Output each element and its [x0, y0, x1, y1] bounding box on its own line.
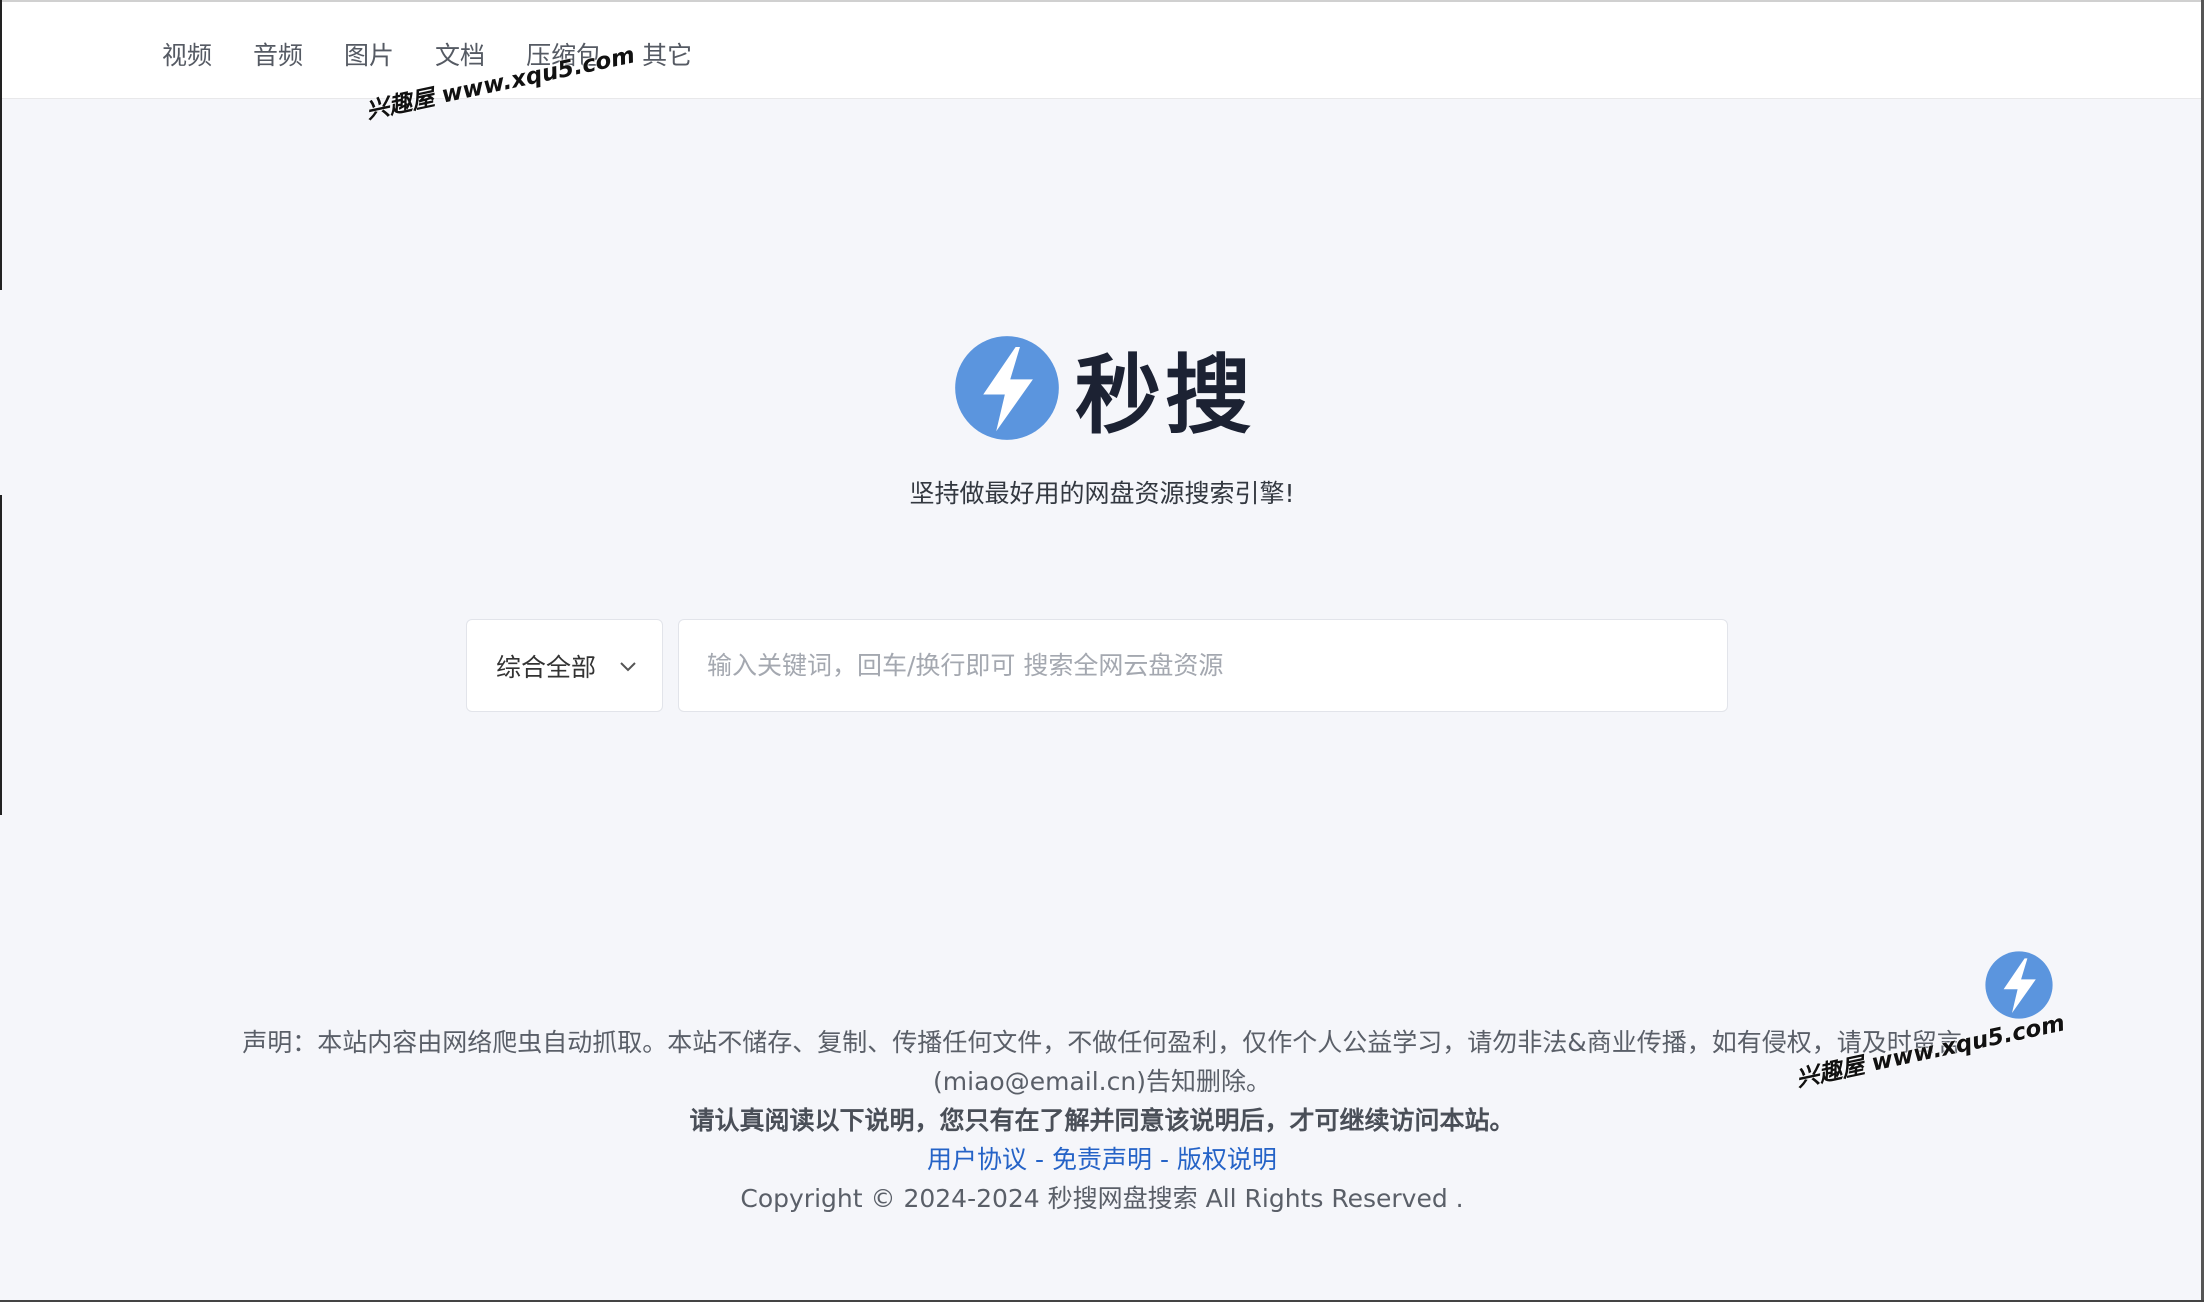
- site-slogan: 坚持做最好用的网盘资源搜索引擎!: [909, 479, 1295, 508]
- page-footer: 声明：本站内容由网络爬虫自动抓取。本站不储存、复制、传播任何文件，不做任何盈利，…: [140, 1023, 2064, 1218]
- nav-item-video[interactable]: 视频: [162, 36, 212, 72]
- nav-item-audio[interactable]: 音频: [253, 36, 303, 72]
- lightning-bolt-icon: [955, 335, 1059, 440]
- site-logo[interactable]: 秒搜: [953, 325, 1255, 450]
- nav-item-document[interactable]: 文档: [435, 36, 485, 72]
- footer-warning: 请认真阅读以下说明，您只有在了解并同意该说明后，才可继续访问本站。: [689, 1106, 1515, 1135]
- user-agreement-link[interactable]: 用户协议: [927, 1145, 1027, 1174]
- category-selected-label: 综合全部: [496, 652, 597, 682]
- nav-item-image[interactable]: 图片: [344, 36, 394, 72]
- chevron-down-icon: [620, 661, 636, 671]
- link-separator: -: [1152, 1145, 1177, 1174]
- disclaimer-link[interactable]: 免责声明: [1052, 1145, 1152, 1174]
- search-input[interactable]: [678, 619, 1728, 712]
- footer-copyright: Copyright © 2024-2024 秒搜网盘搜索 All Rights …: [740, 1184, 1464, 1213]
- search-bar: 综合全部: [466, 619, 1728, 712]
- copyright-notice-link[interactable]: 版权说明: [1177, 1145, 1277, 1174]
- link-separator: -: [1027, 1145, 1052, 1174]
- nav-menu: 视频 音频 图片 文档 压缩包 其它: [162, 36, 733, 72]
- footer-disclaimer: 声明：本站内容由网络爬虫自动抓取。本站不储存、复制、传播任何文件，不做任何盈利，…: [242, 1028, 1962, 1096]
- category-dropdown[interactable]: 综合全部: [466, 619, 663, 712]
- window-edge: [0, 495, 2, 815]
- top-navigation-bar: 视频 音频 图片 文档 压缩包 其它: [0, 0, 2201, 99]
- brand-name: 秒搜: [1075, 346, 1255, 446]
- window-edge: [0, 0, 2, 290]
- nav-item-other[interactable]: 其它: [642, 36, 692, 72]
- footer-links: 用户协议 - 免责声明 - 版权说明: [140, 1140, 2064, 1179]
